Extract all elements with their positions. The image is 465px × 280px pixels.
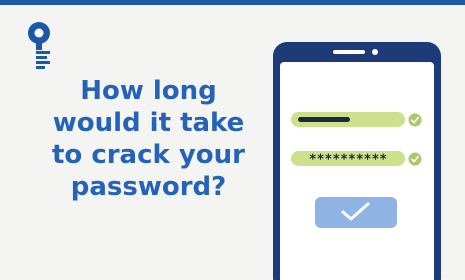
headline-line-1: How long [80,76,217,106]
check-circle-icon [408,113,422,127]
password-field-value: ********** [309,153,387,168]
top-accent-bar [0,0,465,5]
logo [28,22,50,69]
check-circle-icon [408,152,422,166]
headline: How long would it take to crack your pas… [36,75,261,203]
headline-line-3: to crack your [51,140,246,170]
username-field-text-bar [298,117,350,122]
headline-line-4: password? [70,172,227,202]
headline-line-2: would it take [52,108,245,138]
phone-speaker [333,50,365,54]
phone-camera [372,49,378,55]
phone-screen [280,62,434,280]
submit-button [315,197,397,228]
phone-illustration: ********** [273,42,441,280]
